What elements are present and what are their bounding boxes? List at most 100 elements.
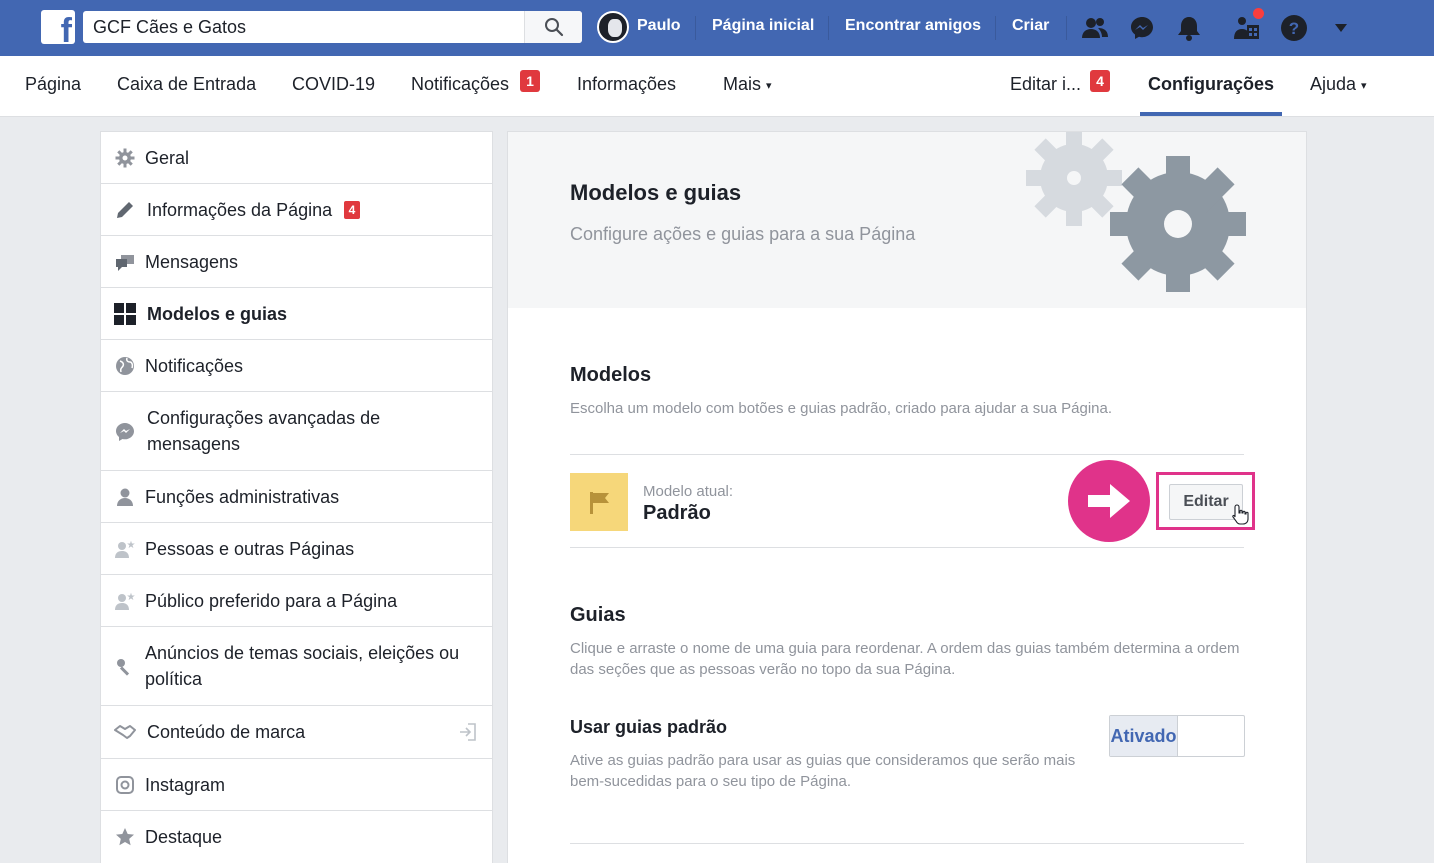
- chat-bubbles-icon: [114, 251, 136, 273]
- section-title-guias: Guias: [570, 604, 626, 626]
- divider: [570, 454, 1244, 455]
- tab-mais[interactable]: Mais ▾: [723, 74, 772, 95]
- sidebar-item-conteudo-de-marca[interactable]: Conteúdo de marca: [101, 706, 492, 759]
- section-desc-guias: Clique e arraste o nome de uma guia para…: [570, 640, 1240, 678]
- sidebar-item-label: Instagram: [145, 775, 226, 795]
- page-subtitle: Configure ações e guias para a sua Págin…: [570, 224, 916, 244]
- sidebar-item-label: Geral: [145, 148, 190, 168]
- tab-covid-19[interactable]: COVID-19: [292, 74, 375, 95]
- sidebar-item-label: Modelos e guias: [147, 304, 288, 324]
- sidebar-item-label: Funções administrativas: [145, 487, 340, 507]
- sidebar-item-label: Pessoas e outras Páginas: [145, 539, 355, 559]
- template-flag-icon: [570, 473, 628, 531]
- sidebar-item-label: Informações da Página: [147, 200, 333, 220]
- search-input[interactable]: [83, 11, 523, 43]
- grid-icon: [114, 303, 136, 325]
- sidebar-item-anuncios-de-temas-sociais[interactable]: Anúncios de temas sociais, eleições ou p…: [101, 627, 492, 706]
- hand-cursor-icon: [1232, 504, 1249, 525]
- settings-sidebar: Geral Informações da Página 4 Mensagens …: [100, 131, 493, 863]
- sidebar-item-label: Conteúdo de marca: [147, 722, 306, 742]
- sidebar-item-destaque[interactable]: Destaque: [101, 811, 492, 863]
- divider: [570, 843, 1244, 844]
- sidebar-item-mensagens[interactable]: Mensagens: [101, 236, 492, 288]
- panel-header: Modelos e guias Configure ações e guias …: [508, 132, 1306, 308]
- sidebar-item-label: Destaque: [145, 827, 223, 847]
- find-friends-link[interactable]: Encontrar amigos: [845, 17, 981, 35]
- tab-configuracoes[interactable]: Configurações: [1148, 74, 1274, 95]
- main-settings-panel: Modelos e guias Configure ações e guias …: [507, 131, 1307, 863]
- divider: [570, 547, 1244, 548]
- caret-down-icon: ▾: [1361, 79, 1367, 92]
- notification-dot: [1253, 8, 1264, 19]
- profile-link[interactable]: Paulo: [637, 17, 681, 35]
- external-link-icon: [457, 721, 479, 743]
- create-link[interactable]: Criar: [1012, 17, 1049, 35]
- person-star-icon: ★: [114, 538, 136, 560]
- default-tabs-desc: Ative as guias padrão para usar as guias…: [570, 752, 1076, 790]
- globe-icon: [114, 355, 136, 377]
- handshake-icon: [114, 721, 136, 743]
- default-tabs-toggle[interactable]: Ativado: [1109, 715, 1245, 757]
- tab-ajuda[interactable]: Ajuda ▾: [1310, 74, 1367, 95]
- user-avatar[interactable]: [597, 11, 629, 43]
- tab-caixa-de-entrada[interactable]: Caixa de Entrada: [117, 74, 256, 95]
- toggle-on-label: Ativado: [1110, 716, 1178, 756]
- sidebar-item-funcoes-administrativas[interactable]: Funções administrativas: [101, 471, 492, 523]
- home-link[interactable]: Página inicial: [712, 17, 814, 35]
- sidebar-item-informacoes-da-pagina[interactable]: Informações da Página 4: [101, 184, 492, 236]
- star-icon: [114, 826, 136, 848]
- sidebar-item-publico-preferido[interactable]: ★ Público preferido para a Página: [101, 575, 492, 627]
- bell-icon[interactable]: [1173, 12, 1205, 44]
- current-template-label: Modelo atual:: [643, 483, 734, 500]
- tab-notificacoes[interactable]: Notificações: [411, 74, 509, 95]
- caret-down-icon[interactable]: [1325, 12, 1357, 44]
- sidebar-item-pessoas-e-outras-paginas[interactable]: ★ Pessoas e outras Páginas: [101, 523, 492, 575]
- friends-icon[interactable]: [1079, 12, 1111, 44]
- section-desc-modelos: Escolha um modelo com botões e guias pad…: [570, 400, 1112, 417]
- search-box: [83, 11, 582, 43]
- messenger-icon: [114, 421, 136, 443]
- section-title-modelos: Modelos: [570, 364, 652, 386]
- messenger-icon[interactable]: [1126, 12, 1158, 44]
- page-title: Modelos e guias: [570, 180, 742, 205]
- annotation-arrow-icon: [1068, 460, 1150, 542]
- sidebar-item-instagram[interactable]: Instagram: [101, 759, 492, 811]
- tab-pagina[interactable]: Página: [25, 74, 81, 95]
- facebook-logo-icon[interactable]: f: [41, 10, 75, 44]
- sidebar-item-modelos-e-guias[interactable]: Modelos e guias: [101, 288, 492, 340]
- notificacoes-count-badge: 1: [520, 70, 540, 92]
- tab-informacoes[interactable]: Informações: [577, 74, 676, 95]
- help-icon[interactable]: ?: [1278, 12, 1310, 44]
- tab-editar-informacoes[interactable]: Editar i...: [1010, 74, 1081, 95]
- sidebar-item-notificacoes[interactable]: Notificações: [101, 340, 492, 392]
- svg-text:★: ★: [127, 540, 136, 551]
- current-template-value: Padrão: [643, 502, 711, 524]
- wrench-icon: [114, 656, 136, 678]
- caret-down-icon: ▾: [766, 79, 772, 92]
- person-icon: [114, 486, 136, 508]
- nav-divider: [828, 16, 829, 40]
- default-tabs-title: Usar guias padrão: [570, 717, 728, 737]
- active-tab-indicator: [1140, 112, 1282, 116]
- sidebar-item-geral[interactable]: Geral: [101, 132, 492, 184]
- sidebar-item-label: Público preferido para a Página: [145, 591, 398, 611]
- nav-divider: [995, 16, 996, 40]
- svg-text:?: ?: [1289, 19, 1299, 38]
- sidebar-item-label: Configurações avançadas de mensagens: [147, 408, 381, 454]
- search-button[interactable]: [524, 11, 582, 43]
- nav-divider: [1066, 16, 1067, 40]
- sidebar-item-label: Notificações: [145, 356, 244, 376]
- gears-illustration-icon: [1026, 132, 1246, 292]
- page-tabs-bar: Página Caixa de Entrada COVID-19 Notific…: [0, 56, 1434, 117]
- instagram-icon: [114, 774, 136, 796]
- sidebar-count-badge: 4: [344, 201, 360, 219]
- nav-divider: [695, 16, 696, 40]
- svg-text:★: ★: [127, 592, 136, 603]
- tab-mais-label: Mais: [723, 74, 762, 94]
- sidebar-item-label: Anúncios de temas sociais, eleições ou p…: [145, 643, 460, 689]
- gear-icon: [114, 147, 136, 169]
- editar-count-badge: 4: [1090, 70, 1110, 92]
- top-navigation-bar: f Paulo Página inicial Encontrar amigos …: [0, 0, 1434, 56]
- search-icon: [544, 18, 563, 37]
- sidebar-item-configuracoes-avancadas-de-mensagens[interactable]: Configurações avançadas de mensagens: [101, 392, 492, 471]
